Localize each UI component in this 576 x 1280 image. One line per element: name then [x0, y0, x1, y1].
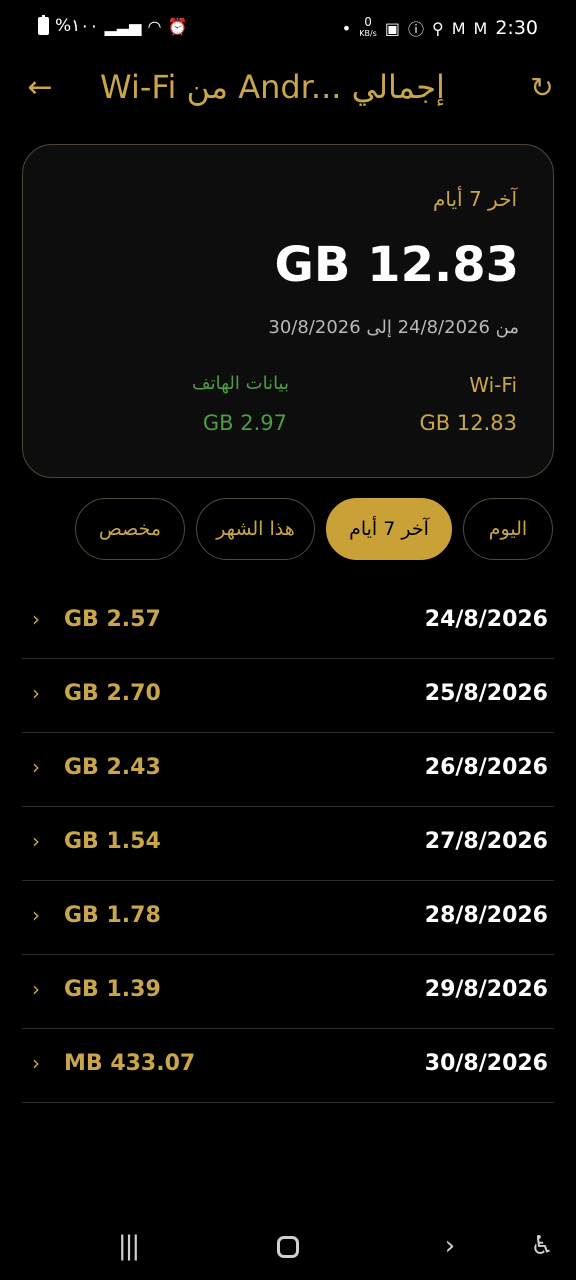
system-nav-bar: ||| › ♿ [0, 1218, 576, 1276]
battery-percent: %١٠٠ [55, 16, 99, 36]
alarm-icon: ⏰ [167, 16, 188, 36]
chevron-right-icon: › [32, 607, 40, 631]
row-usage: GB 1.39 [64, 977, 161, 1002]
summary-card: آخر 7 أيام GB 12.83 من 24/8/2026 إلى 30/… [22, 144, 554, 478]
row-usage: GB 2.43 [64, 755, 161, 780]
row-date: 24/8/2026 [424, 607, 548, 632]
chevron-right-icon: › [32, 903, 40, 927]
usage-row[interactable]: › MB 433.07 30/8/2026 [22, 1029, 554, 1103]
usage-row[interactable]: › GB 2.43 26/8/2026 [22, 733, 554, 807]
row-usage: GB 2.70 [64, 681, 161, 706]
signal-icon: ▂▃▅ [104, 16, 142, 36]
network-speed: 0 KB/s [359, 15, 377, 39]
daily-usage-list: › GB 2.57 24/8/2026 › GB 2.70 25/8/2026 … [22, 585, 554, 1103]
row-date: 26/8/2026 [424, 755, 548, 780]
filter-chip-this-month[interactable]: هذا الشهر [196, 498, 315, 560]
mail-icon: M [451, 18, 466, 38]
keyhole-icon: ⚲ [431, 18, 444, 38]
mail-icon-2: M [473, 18, 488, 38]
recents-icon[interactable]: ||| [108, 1228, 148, 1264]
status-left: %١٠٠ ▂▃▅ ◠ ⏰ [38, 15, 188, 36]
chevron-right-icon: › [32, 977, 40, 1001]
row-usage: GB 2.57 [64, 607, 161, 632]
home-icon[interactable] [268, 1228, 308, 1264]
status-bar: %١٠٠ ▂▃▅ ◠ ⏰ • 0 KB/s ▣ ⓘ ⚲ M M 2:30 [0, 0, 576, 60]
filter-chip-today[interactable]: اليوم [463, 498, 553, 560]
filter-chip-last-7-days[interactable]: آخر 7 أيام [326, 498, 452, 560]
usage-row[interactable]: › GB 1.78 28/8/2026 [22, 881, 554, 955]
total-usage: GB 12.83 [274, 237, 519, 293]
wifi-icon: ◠ [147, 16, 162, 36]
row-usage: GB 1.78 [64, 903, 161, 928]
wifi-label: Wi-Fi [469, 373, 517, 397]
wifi-usage: GB 12.83 [419, 411, 517, 435]
mobile-data-usage: GB 2.97 [202, 411, 287, 435]
info-icon: ⓘ [407, 20, 424, 39]
usage-row[interactable]: › GB 2.57 24/8/2026 [22, 585, 554, 659]
usage-row[interactable]: › GB 1.39 29/8/2026 [22, 955, 554, 1029]
chevron-right-icon: › [32, 1051, 40, 1075]
status-right: • 0 KB/s ▣ ⓘ ⚲ M M 2:30 [342, 16, 538, 40]
row-date: 25/8/2026 [424, 681, 548, 706]
chevron-right-icon: › [32, 681, 40, 705]
date-range: من 24/8/2026 إلى 30/8/2026 [268, 317, 519, 338]
accessibility-icon[interactable]: ♿ [522, 1228, 562, 1264]
usage-row[interactable]: › GB 2.70 25/8/2026 [22, 659, 554, 733]
dot-icon: • [341, 18, 352, 38]
nav-back-icon[interactable]: › [430, 1228, 470, 1264]
row-usage: MB 433.07 [64, 1051, 196, 1076]
chevron-right-icon: › [32, 829, 40, 853]
back-arrow-icon[interactable]: ← [22, 70, 58, 106]
usage-row[interactable]: › GB 1.54 27/8/2026 [22, 807, 554, 881]
battery-icon [38, 15, 49, 35]
row-date: 27/8/2026 [424, 829, 548, 854]
filter-chip-custom[interactable]: مخصص [75, 498, 185, 560]
chevron-right-icon: › [32, 755, 40, 779]
row-date: 30/8/2026 [424, 1051, 548, 1076]
row-date: 29/8/2026 [424, 977, 548, 1002]
period-label: آخر 7 أيام [432, 187, 517, 211]
row-usage: GB 1.54 [64, 829, 161, 854]
network-speed-unit: KB/s [359, 29, 377, 38]
network-speed-value: 0 [364, 15, 372, 29]
refresh-icon[interactable]: ↻ [524, 70, 560, 106]
row-date: 28/8/2026 [424, 903, 548, 928]
page-title: Wi-Fi من Andr... إجمالي [100, 68, 445, 106]
mobile-data-label: بيانات الهاتف [192, 373, 289, 394]
clock-time: 2:30 [495, 17, 538, 39]
app-bar: ← Wi-Fi من Andr... إجمالي ↻ [0, 60, 576, 118]
image-icon: ▣ [384, 18, 400, 38]
